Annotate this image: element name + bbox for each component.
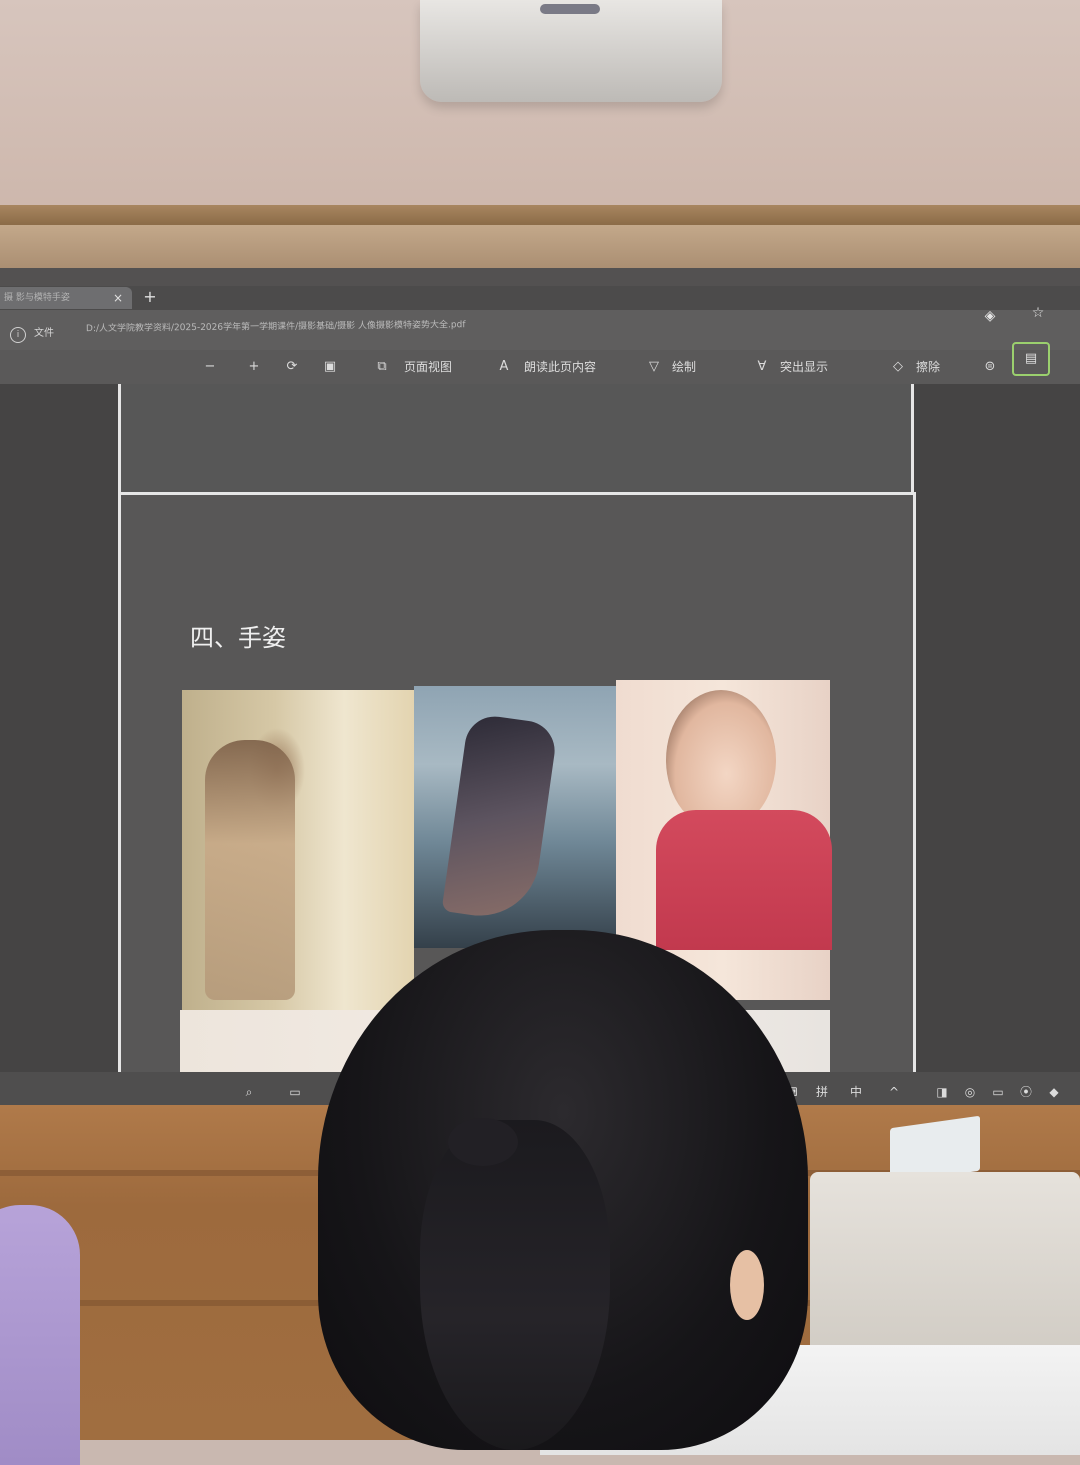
chevron-up-icon[interactable]: ^ (884, 1080, 904, 1104)
app-icon-2[interactable]: ◎ (958, 1080, 982, 1104)
browser-tab-label: 摄 影与模特手姿 (4, 293, 70, 303)
read-aloud-icon[interactable]: A (494, 356, 514, 378)
pdf-page-previous (118, 384, 914, 497)
draw-button[interactable]: 绘制 (672, 356, 696, 378)
ime-label[interactable]: 拼 (810, 1080, 834, 1104)
desk-monitor (810, 1172, 1080, 1372)
read-aloud-button[interactable]: 朗读此页内容 (524, 356, 596, 378)
new-tab-button[interactable]: + (140, 287, 160, 307)
slide-heading: 四、手姿 (190, 624, 286, 652)
student-ear (730, 1250, 764, 1320)
app-icon-3[interactable]: ▭ (986, 1080, 1010, 1104)
hair-tie (448, 1118, 518, 1166)
page-view-icon[interactable]: ⧉ (372, 356, 392, 378)
zoom-out-button[interactable]: − (200, 356, 220, 378)
save-icon[interactable]: ▤ (1012, 342, 1050, 376)
lock-icon[interactable]: ◈ (980, 306, 1000, 326)
projector-lens (540, 4, 600, 14)
app-icon-4[interactable]: ⦿ (1016, 1080, 1036, 1104)
zoom-in-button[interactable]: + (244, 356, 264, 378)
print-icon[interactable]: ⊜ (980, 356, 1000, 378)
page-view-button[interactable]: 页面视图 (404, 356, 452, 378)
info-icon[interactable]: i (10, 327, 26, 343)
screen-rail (0, 225, 1080, 273)
browser-tab-bar (0, 286, 1080, 310)
draw-icon[interactable]: ▽ (644, 356, 664, 378)
rotate-icon[interactable]: ⟳ (282, 356, 302, 378)
photo-model-dress (656, 810, 832, 950)
highlight-button[interactable]: 突出显示 (780, 356, 828, 378)
address-file-label: 文件 (34, 328, 54, 339)
star-icon[interactable]: ☆ (1028, 303, 1048, 323)
task-view-icon[interactable]: ▭ (282, 1080, 308, 1104)
photo-model-face (666, 690, 776, 830)
eraser-icon[interactable]: ◇ (888, 356, 908, 378)
app-icon-5[interactable]: ◆ (1042, 1080, 1066, 1104)
tab-close-button[interactable]: × (110, 290, 126, 306)
highlight-icon[interactable]: ∀ (752, 356, 772, 378)
erase-button[interactable]: 擦除 (916, 356, 940, 378)
person-left-shoulder (0, 1205, 80, 1465)
wall-beam (0, 205, 1080, 225)
app-icon-1[interactable]: ◨ (930, 1080, 954, 1104)
student-ponytail (420, 1120, 610, 1450)
projector (420, 0, 722, 102)
ime-mode[interactable]: 中 (842, 1080, 870, 1104)
photo-model-seated-figure (205, 740, 295, 1000)
fit-page-icon[interactable]: ▣ (320, 356, 340, 378)
search-icon[interactable]: ⌕ (236, 1080, 262, 1104)
